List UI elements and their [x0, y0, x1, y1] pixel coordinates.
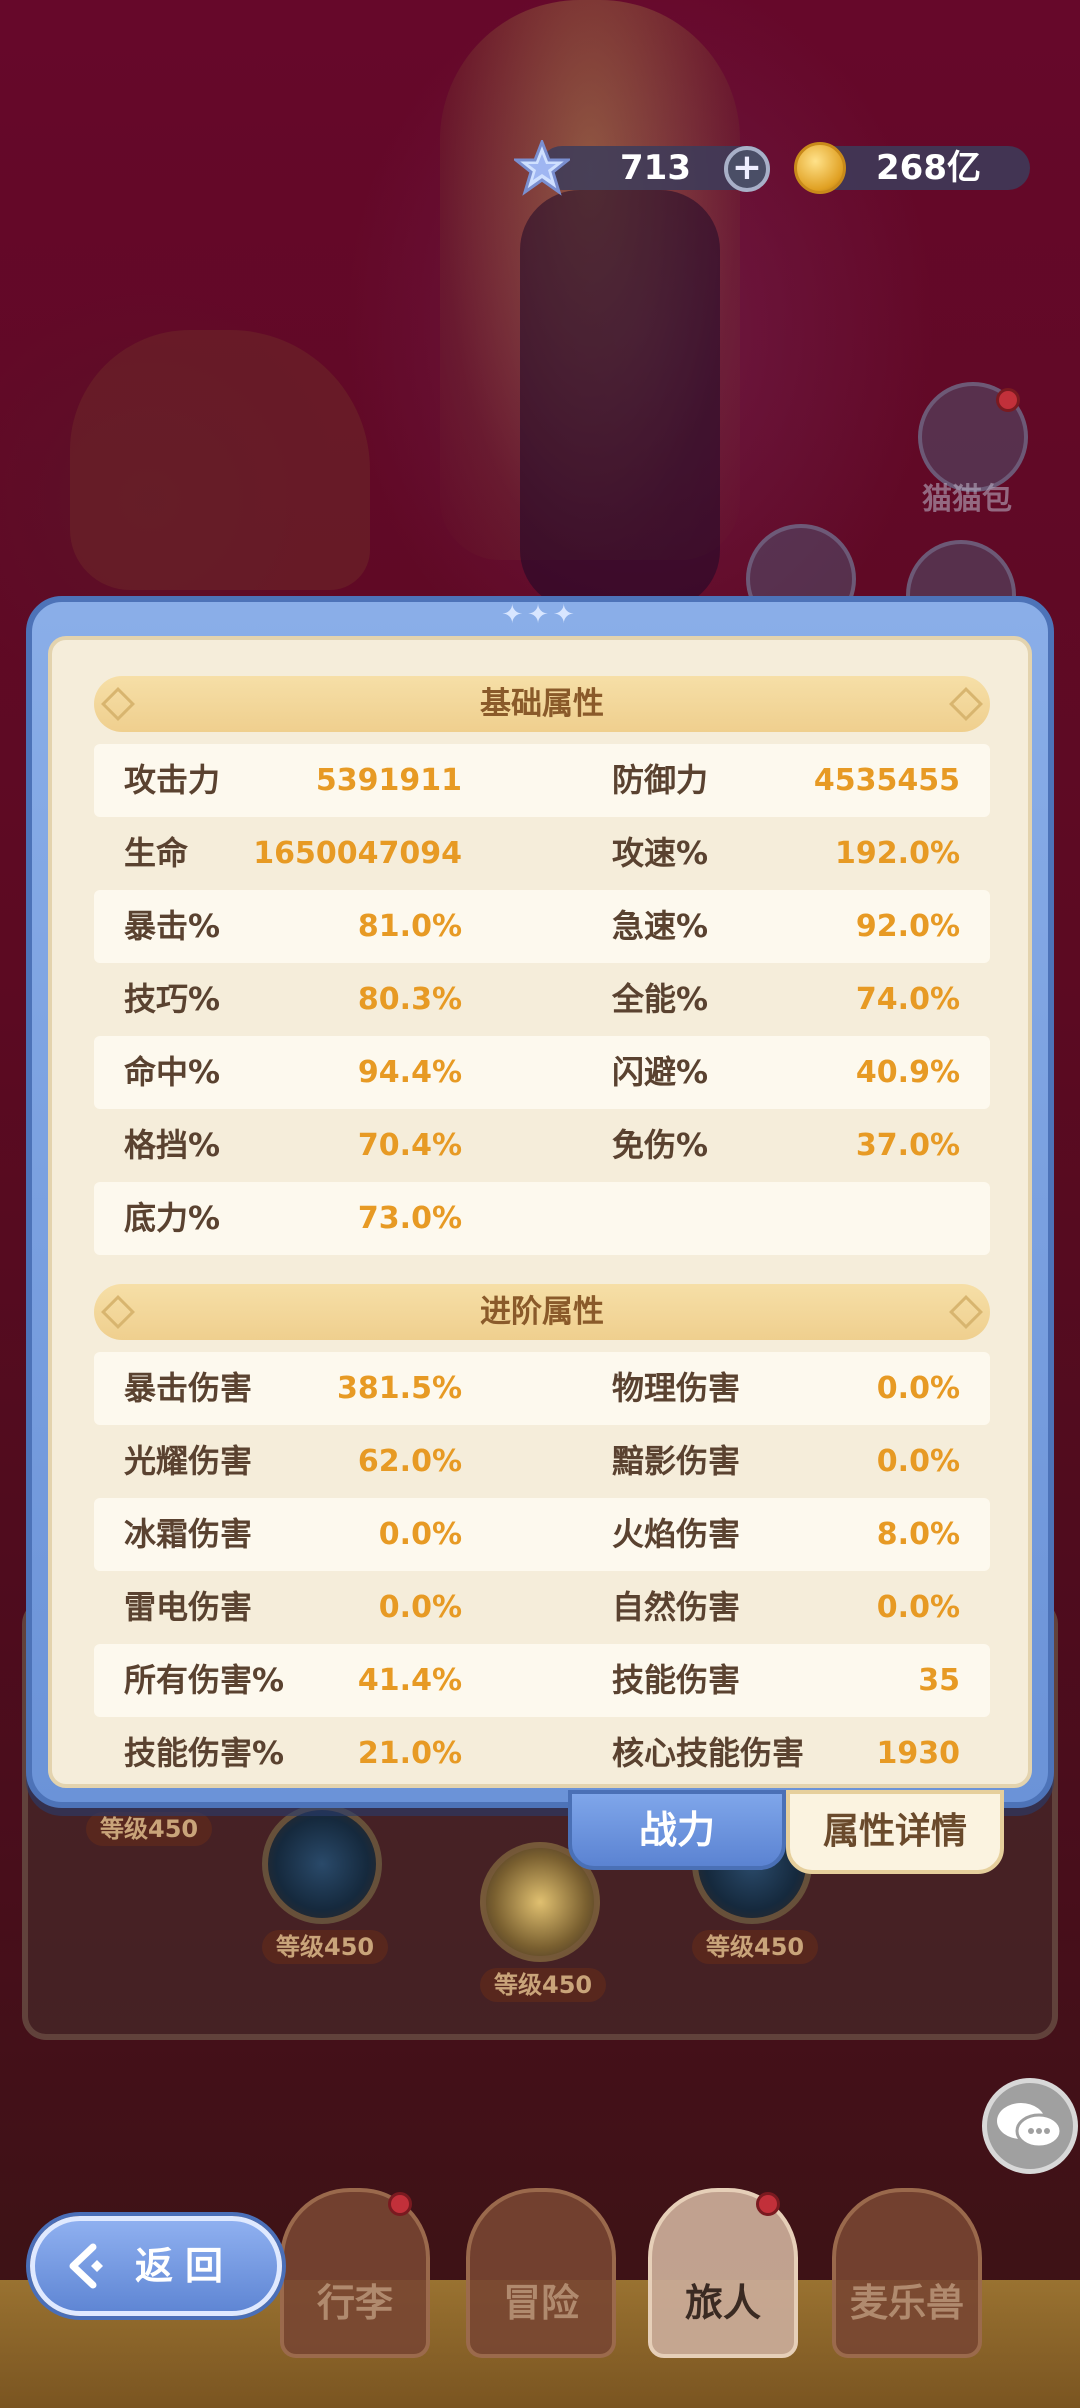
- attribute-value: 8.0%: [876, 1517, 960, 1552]
- attribute-label: 急速%: [612, 907, 709, 945]
- sparkle-decoration-icon: ✦✦✦: [501, 600, 579, 630]
- attribute-label: 暴击伤害: [124, 1369, 253, 1407]
- attribute-panel[interactable]: 基础属性 攻击力 5391911 防御力 4535455 生命 1650047094 攻速%…: [48, 636, 1032, 1788]
- gold-count: 268亿: [876, 148, 981, 188]
- attribute-label: 雷电伤害: [124, 1588, 253, 1626]
- attribute-row: 暴击伤害 381.5% 物理伤害 0.0%: [94, 1352, 990, 1425]
- attribute-value: 40.9%: [855, 1055, 960, 1090]
- attribute-label: 格挡%: [124, 1126, 221, 1164]
- attribute-label: 闪避%: [612, 1053, 709, 1091]
- notification-dot: [388, 2192, 412, 2216]
- attribute-row: 命中% 94.4% 闪避% 40.9%: [94, 1036, 990, 1109]
- attribute-label: 技巧%: [124, 980, 221, 1018]
- section-title: 进阶属性: [480, 1294, 604, 1330]
- attribute-label: 攻击力: [124, 761, 221, 799]
- attribute-value: 94.4%: [357, 1055, 462, 1090]
- attribute-value: 80.3%: [357, 982, 462, 1017]
- back-arrow-icon: [69, 2243, 103, 2289]
- attribute-value: 0.0%: [876, 1371, 960, 1406]
- attribute-label: 光耀伤害: [124, 1442, 253, 1480]
- back-button[interactable]: 返回: [30, 2216, 282, 2316]
- section-title: 基础属性: [480, 686, 604, 722]
- attribute-label: 全能%: [612, 980, 709, 1018]
- star-gem-icon: [514, 140, 570, 196]
- attribute-label: 免伤%: [612, 1126, 709, 1164]
- character-body: [520, 190, 720, 610]
- chat-button[interactable]: [982, 2078, 1078, 2174]
- attribute-value: 0.0%: [876, 1444, 960, 1479]
- attribute-label: 生命: [124, 834, 189, 872]
- diamond-icon: [949, 1295, 983, 1329]
- attribute-label: 暴击%: [124, 907, 221, 945]
- tab-attribute-details[interactable]: 属性详情: [786, 1790, 1004, 1874]
- attribute-value: 81.0%: [357, 909, 462, 944]
- attribute-value: 41.4%: [357, 1663, 462, 1698]
- tab-power[interactable]: 战力: [568, 1790, 786, 1870]
- attribute-value: 0.0%: [378, 1590, 462, 1625]
- attribute-row: 暴击% 81.0% 急速% 92.0%: [94, 890, 990, 963]
- attribute-value: 5391911: [315, 763, 462, 798]
- nav-label-luggage: 行李: [316, 2281, 393, 2325]
- level-badge: 等级450: [262, 1930, 389, 1964]
- attribute-row: 光耀伤害 62.0% 黯影伤害 0.0%: [94, 1425, 990, 1498]
- notification-dot: [996, 388, 1020, 412]
- attribute-label: 防御力: [612, 761, 709, 799]
- gold-coin-icon: [794, 142, 846, 194]
- level-badge: 等级450: [480, 1968, 607, 2002]
- level-badge: 等级450: [86, 1812, 213, 1846]
- attribute-value: 381.5%: [337, 1371, 462, 1406]
- attribute-label: 攻速%: [612, 834, 709, 872]
- attribute-row: 技能伤害% 21.0% 核心技能伤害 1930: [94, 1717, 990, 1784]
- attribute-label: 黯影伤害: [612, 1442, 741, 1480]
- attribute-label: 技能伤害: [612, 1661, 741, 1699]
- attribute-value: 0.0%: [378, 1517, 462, 1552]
- notification-dot: [756, 2192, 780, 2216]
- attribute-row: 生命 1650047094 攻速% 192.0%: [94, 817, 990, 890]
- attribute-value: 35: [918, 1663, 960, 1698]
- back-label: 返回: [135, 2244, 236, 2288]
- attribute-value: 74.0%: [855, 982, 960, 1017]
- attribute-value: 70.4%: [357, 1128, 462, 1163]
- attribute-row: 冰霜伤害 0.0% 火焰伤害 8.0%: [94, 1498, 990, 1571]
- attribute-row: 技巧% 80.3% 全能% 74.0%: [94, 963, 990, 1036]
- add-gems-button[interactable]: +: [724, 146, 770, 192]
- attribute-label: 命中%: [124, 1053, 221, 1091]
- chat-bubble-icon: [997, 2103, 1063, 2149]
- attribute-value: 192.0%: [835, 836, 960, 871]
- nav-label-traveler: 旅人: [684, 2281, 761, 2325]
- diamond-icon: [101, 687, 135, 721]
- gem-count: 713: [620, 148, 691, 188]
- attribute-value: 21.0%: [357, 1736, 462, 1771]
- attribute-value: 4535455: [813, 763, 960, 798]
- attribute-row: 雷电伤害 0.0% 自然伤害 0.0%: [94, 1571, 990, 1644]
- attribute-value: 1930: [876, 1736, 961, 1771]
- attribute-label: 自然伤害: [612, 1588, 741, 1626]
- advanced-attributes-header: 进阶属性: [94, 1284, 990, 1340]
- cat-bag-label: 猫猫包: [922, 482, 1012, 517]
- attribute-value: 0.0%: [876, 1590, 960, 1625]
- attribute-row: 格挡% 70.4% 免伤% 37.0%: [94, 1109, 990, 1182]
- attribute-value: 92.0%: [855, 909, 960, 944]
- diamond-icon: [101, 1295, 135, 1329]
- basic-attributes-header: 基础属性: [94, 676, 990, 732]
- attribute-label: 底力%: [124, 1199, 221, 1237]
- attribute-label: 物理伤害: [612, 1369, 741, 1407]
- attribute-value: 62.0%: [357, 1444, 462, 1479]
- equipment-orb[interactable]: [262, 1804, 382, 1924]
- nav-label-adventure: 冒险: [502, 2281, 579, 2325]
- attribute-row: 底力% 73.0%: [94, 1182, 990, 1255]
- attribute-row: 所有伤害% 41.4% 技能伤害 35: [94, 1644, 990, 1717]
- nav-label-mailebeast: 麦乐兽: [849, 2281, 964, 2325]
- level-badge: 等级450: [692, 1930, 819, 1964]
- attribute-value: 37.0%: [855, 1128, 960, 1163]
- attribute-row: 攻击力 5391911 防御力 4535455: [94, 744, 990, 817]
- attribute-value: 73.0%: [357, 1201, 462, 1236]
- attribute-label: 冰霜伤害: [124, 1515, 253, 1553]
- attribute-value: 1650047094: [253, 836, 462, 871]
- diamond-icon: [949, 687, 983, 721]
- attribute-label: 火焰伤害: [612, 1515, 741, 1553]
- background-rock: [70, 330, 370, 590]
